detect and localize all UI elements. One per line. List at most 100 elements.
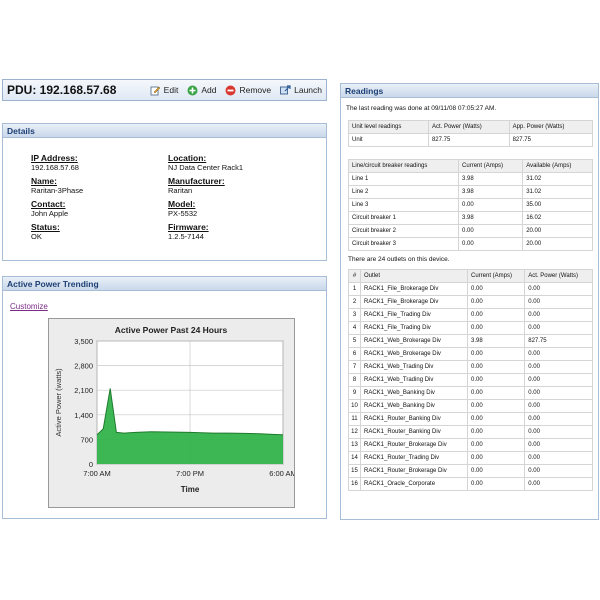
table-cell: 0.00 [524, 438, 593, 452]
table-cell: 3 [348, 308, 361, 322]
column-header: Unit level readings [348, 120, 429, 134]
table-cell: 0.00 [524, 399, 593, 413]
table-cell: 0.00 [524, 282, 593, 296]
table-cell: 3.98 [466, 334, 526, 348]
table-cell: 0.00 [466, 425, 526, 439]
table-cell: RACK1_Router_Brokerage Div [360, 464, 468, 478]
pdu-header-bar: PDU: 192.168.57.68 Edit Add Remove Launc… [2, 79, 327, 101]
add-label: Add [201, 85, 217, 95]
details-column-right: Location: NJ Data Center Rack1 Manufactu… [168, 153, 298, 245]
table-row: Circuit breaker 1 3.98 16.02 [347, 211, 593, 225]
status-label: Status: [31, 222, 60, 232]
x-tick-label: 7:00 AM [83, 469, 111, 478]
table-cell: 0.00 [466, 373, 526, 387]
table-cell: 0.00 [466, 438, 526, 452]
table-cell: RACK1_Web_Brokerage Div [360, 347, 468, 361]
table-cell: 3.98 [458, 211, 524, 225]
table-cell: 0.00 [466, 412, 526, 426]
model-value: PX-5532 [168, 209, 198, 218]
table-row: 12 RACK1_Router_Banking Div 0.00 0.00 [348, 425, 593, 439]
table-cell: 0.00 [466, 464, 526, 478]
table-row: 3 RACK1_File_Trading Div 0.00 0.00 [348, 308, 593, 322]
table-cell: 0.00 [466, 477, 526, 491]
table-cell: 0.00 [524, 347, 593, 361]
table-header-row: Line/circuit breaker readings Current (A… [347, 159, 593, 173]
table-cell: 0.00 [466, 321, 526, 335]
firmware-value: 1.2.5-7144 [168, 232, 204, 241]
manufacturer-value: Raritan [168, 186, 193, 195]
status-field: Status: OK [31, 222, 161, 245]
y-tick-label: 3,500 [74, 337, 93, 346]
contact-value: John Apple [31, 209, 69, 218]
table-cell: RACK1_Router_Banking Div [360, 425, 468, 439]
table-cell: 13 [348, 438, 361, 452]
table-cell: RACK1_File_Brokerage Div [360, 295, 468, 309]
table-row: 11 RACK1_Router_Banking Div 0.00 0.00 [348, 412, 593, 426]
table-cell: 0.00 [524, 425, 593, 439]
outlet-readings-table: # Outlet Current (Amps) Act. Power (Watt… [348, 269, 593, 491]
launch-button[interactable]: Launch [280, 84, 322, 96]
chart-title: Active Power Past 24 Hours [115, 325, 228, 335]
table-cell: 0.00 [466, 282, 526, 296]
table-row: 6 RACK1_Web_Brokerage Div 0.00 0.00 [348, 347, 593, 361]
location-field: Location: NJ Data Center Rack1 [168, 153, 298, 176]
table-header-row: # Outlet Current (Amps) Act. Power (Watt… [348, 269, 593, 283]
name-field: Name: Raritan-3Phase [31, 176, 161, 199]
y-tick-label: 1,400 [74, 411, 93, 420]
firmware-label: Firmware: [168, 222, 209, 232]
table-cell: 0.00 [524, 464, 593, 478]
table-cell: RACK1_File_Trading Div [360, 321, 468, 335]
table-cell: 0.00 [524, 308, 593, 322]
table-cell: 7 [348, 360, 361, 374]
table-cell: 20.00 [522, 224, 593, 238]
contact-field: Contact: John Apple [31, 199, 161, 222]
remove-button[interactable]: Remove [225, 85, 271, 96]
details-heading: Details [3, 124, 326, 138]
table-cell: 16 [348, 477, 361, 491]
column-header: Current (Amps) [458, 159, 524, 173]
table-row: 8 RACK1_Web_Trading Div 0.00 0.00 [348, 373, 593, 387]
table-cell: RACK1_Web_Brokerage Div [360, 334, 468, 348]
table-header-row: Unit level readings Act. Power (Watts) A… [348, 120, 594, 134]
table-cell: RACK1_Oracle_Corporate [360, 477, 468, 491]
table-cell: Circuit breaker 1 [347, 211, 460, 225]
pdu-title: PDU: 192.168.57.68 [7, 83, 117, 97]
y-tick-label: 2,100 [74, 386, 93, 395]
table-cell: 0.00 [524, 451, 593, 465]
y-tick-label: 2,800 [74, 362, 93, 371]
column-header: Act. Power (Watts) [524, 269, 593, 283]
model-field: Model: PX-5532 [168, 199, 298, 222]
table-cell: 16.02 [522, 211, 593, 225]
customize-link[interactable]: Customize [10, 302, 48, 311]
table-cell: 0.00 [524, 373, 593, 387]
table-row: 13 RACK1_Router_Brokerage Div 0.00 0.00 [348, 438, 593, 452]
add-button[interactable]: Add [187, 85, 216, 96]
table-cell: 0.00 [466, 347, 526, 361]
table-cell: 10 [348, 399, 361, 413]
y-axis-ticks: 0 700 1,400 2,100 2,800 3,500 [74, 337, 93, 469]
table-row: Line 3 0.00 35.00 [347, 198, 593, 212]
table-cell: 14 [348, 451, 361, 465]
table-cell: Circuit breaker 2 [347, 224, 460, 238]
name-label: Name: [31, 176, 57, 186]
table-cell: 35.00 [522, 198, 593, 212]
table-cell: 0.00 [466, 360, 526, 374]
table-row: 1 RACK1_File_Brokerage Div 0.00 0.00 [348, 282, 593, 296]
table-cell: 4 [348, 321, 361, 335]
table-row: 5 RACK1_Web_Brokerage Div 3.98 827.75 [348, 334, 593, 348]
edit-icon [150, 85, 161, 96]
table-row: Circuit breaker 3 0.00 20.00 [347, 237, 593, 251]
table-cell: 1 [348, 282, 361, 296]
edit-label: Edit [163, 85, 179, 95]
table-cell: 0.00 [524, 386, 593, 400]
manufacturer-field: Manufacturer: Raritan [168, 176, 298, 199]
column-header: # [348, 269, 361, 283]
x-tick-label: 6:00 AM [269, 469, 294, 478]
edit-button[interactable]: Edit [150, 85, 179, 96]
ip-address-field: IP Address: 192.168.57.68 [31, 153, 161, 176]
table-row: 4 RACK1_File_Trading Div 0.00 0.00 [348, 321, 593, 335]
table-cell: 827.75 [508, 133, 594, 147]
column-header: App. Power (Watts) [508, 120, 594, 134]
active-power-trending-panel: Active Power Trending Customize Active P… [2, 276, 327, 519]
table-cell: 9 [348, 386, 361, 400]
